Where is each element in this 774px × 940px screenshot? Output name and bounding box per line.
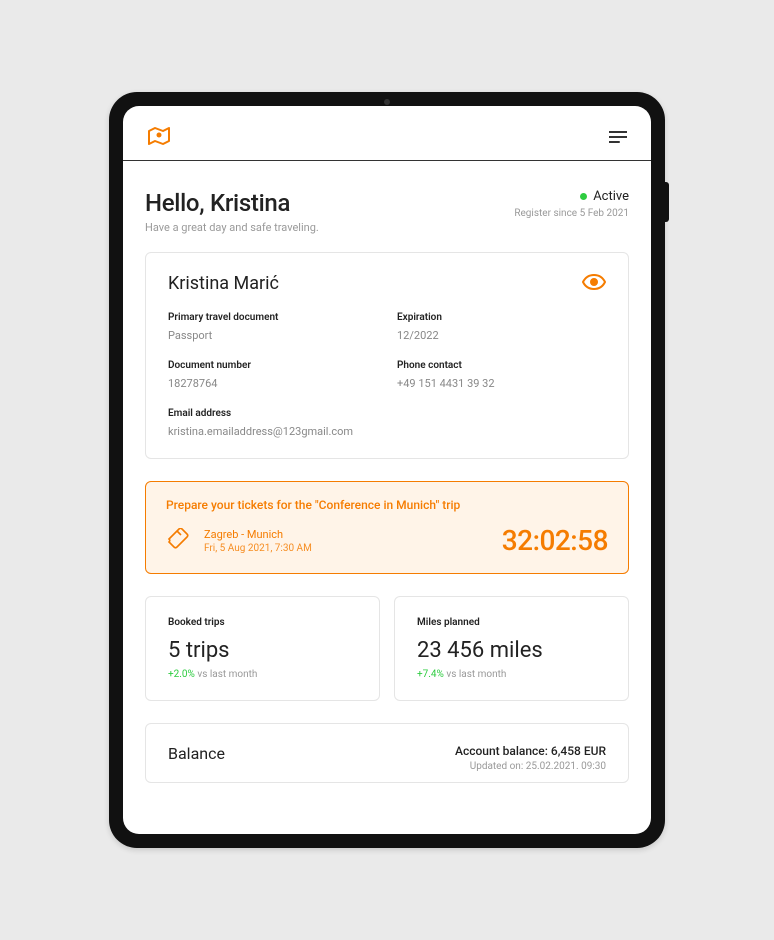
miles-planned-card[interactable]: Miles planned 23 456 miles +7.4% vs last…	[394, 596, 629, 701]
booked-value: 5 trips	[168, 638, 357, 663]
profile-name: Kristina Marić	[168, 273, 279, 294]
email-label: Email address	[168, 408, 606, 419]
booked-delta: +2.0% vs last month	[168, 669, 357, 680]
status-dot-icon	[580, 193, 587, 200]
status-block: Active Register since 5 Feb 2021	[514, 189, 629, 219]
app-logo-icon[interactable]	[147, 126, 171, 150]
ticket-icon	[166, 528, 192, 554]
alert-datetime: Fri, 5 Aug 2021, 7:30 AM	[204, 543, 312, 554]
doc-number-label: Document number	[168, 360, 377, 371]
miles-label: Miles planned	[417, 617, 606, 628]
doc-number-value: 18278764	[168, 377, 377, 390]
primary-doc-value: Passport	[168, 329, 377, 342]
stats-row: Booked trips 5 trips +2.0% vs last month…	[145, 596, 629, 701]
balance-amount: Account balance: 6,458 EUR	[455, 744, 606, 758]
booked-label: Booked trips	[168, 617, 357, 628]
header-row: Hello, Kristina Have a great day and saf…	[145, 189, 629, 234]
alert-title: Prepare your tickets for the "Conference…	[166, 498, 608, 512]
status-badge: Active	[514, 189, 629, 204]
phone-value: +49 151 4431 39 32	[397, 377, 606, 390]
miles-delta: +7.4% vs last month	[417, 669, 606, 680]
content: Hello, Kristina Have a great day and saf…	[123, 161, 651, 834]
greeting: Hello, Kristina	[145, 189, 319, 217]
miles-value: 23 456 miles	[417, 638, 606, 663]
tablet-frame: Hello, Kristina Have a great day and saf…	[109, 92, 665, 848]
expiration-value: 12/2022	[397, 329, 606, 342]
tagline: Have a great day and safe traveling.	[145, 221, 319, 234]
trip-alert-card[interactable]: Prepare your tickets for the "Conference…	[145, 481, 629, 574]
expiration-label: Expiration	[397, 312, 606, 323]
topbar	[123, 106, 651, 161]
menu-icon[interactable]	[609, 129, 627, 148]
register-since: Register since 5 Feb 2021	[514, 208, 629, 219]
status-text: Active	[593, 189, 629, 204]
balance-title: Balance	[168, 744, 225, 763]
alert-route: Zagreb - Munich	[204, 528, 312, 541]
primary-doc-label: Primary travel document	[168, 312, 377, 323]
balance-card[interactable]: Balance Account balance: 6,458 EUR Updat…	[145, 723, 629, 783]
email-value: kristina.emailaddress@123gmail.com	[168, 425, 606, 438]
balance-updated: Updated on: 25.02.2021. 09:30	[455, 761, 606, 772]
profile-card: Kristina Marić Primary travel document P…	[145, 252, 629, 459]
eye-icon[interactable]	[582, 274, 606, 294]
phone-label: Phone contact	[397, 360, 606, 371]
booked-trips-card[interactable]: Booked trips 5 trips +2.0% vs last month	[145, 596, 380, 701]
screen: Hello, Kristina Have a great day and saf…	[123, 106, 651, 834]
countdown: 32:02:58	[502, 524, 608, 557]
